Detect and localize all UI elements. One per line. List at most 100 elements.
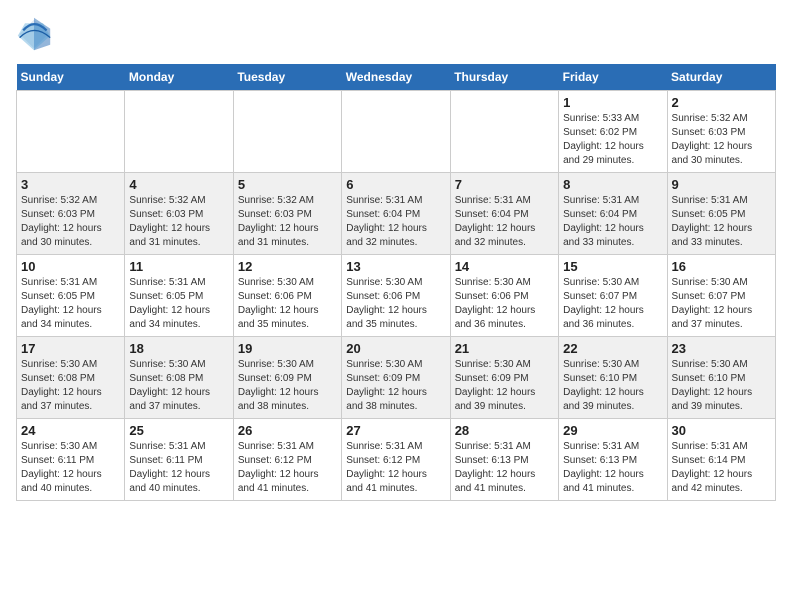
weekday-header: Monday xyxy=(125,64,233,91)
day-info: Sunrise: 5:30 AM Sunset: 6:09 PM Dayligh… xyxy=(238,358,337,414)
calendar-cell: 7Sunrise: 5:31 AM Sunset: 6:04 PM Daylig… xyxy=(450,173,558,255)
calendar-cell: 15 Sunrise: 5:30 AM Sunset: 6:07 PM Dayli… xyxy=(559,255,667,337)
day-info: Sunrise: 5:30 AM Sunset: 6:09 PM Dayligh… xyxy=(346,358,445,414)
calendar-week-row: 17 Sunrise: 5:30 AM Sunset: 6:08 PM Dayli… xyxy=(17,337,776,419)
day-number: 4 xyxy=(129,177,228,192)
day-number: 3 xyxy=(21,177,120,192)
calendar-cell: 17 Sunrise: 5:30 AM Sunset: 6:08 PM Dayli… xyxy=(17,337,125,419)
day-info: Sunrise: 5:31 AM Sunset: 6:04 PM Dayligh… xyxy=(346,194,445,250)
day-info: Sunrise: 5:30 AM Sunset: 6:08 PM Dayligh… xyxy=(129,358,228,414)
day-info: Sunrise: 5:31 AM Sunset: 6:05 PM Dayligh… xyxy=(21,276,120,332)
day-number: 23 xyxy=(672,341,771,356)
calendar-cell: 30 Sunrise: 5:31 AM Sunset: 6:14 PM Dayli… xyxy=(667,419,775,501)
calendar-cell xyxy=(342,91,450,173)
day-info: Sunrise: 5:32 AM Sunset: 6:03 PM Dayligh… xyxy=(238,194,337,250)
calendar-cell xyxy=(17,91,125,173)
logo xyxy=(16,16,56,52)
day-info: Sunrise: 5:32 AM Sunset: 6:03 PM Dayligh… xyxy=(672,112,771,168)
calendar-week-row: 3 Sunrise: 5:32 AM Sunset: 6:03 PM Daylig… xyxy=(17,173,776,255)
calendar-cell: 3 Sunrise: 5:32 AM Sunset: 6:03 PM Daylig… xyxy=(17,173,125,255)
calendar-cell xyxy=(450,91,558,173)
day-number: 29 xyxy=(563,423,662,438)
calendar-header-row: SundayMondayTuesdayWednesdayThursdayFrid… xyxy=(17,64,776,91)
day-number: 13 xyxy=(346,259,445,274)
calendar-cell: 2 Sunrise: 5:32 AM Sunset: 6:03 PM Daylig… xyxy=(667,91,775,173)
day-number: 17 xyxy=(21,341,120,356)
calendar-cell: 18 Sunrise: 5:30 AM Sunset: 6:08 PM Dayli… xyxy=(125,337,233,419)
day-number: 24 xyxy=(21,423,120,438)
day-info: Sunrise: 5:30 AM Sunset: 6:08 PM Dayligh… xyxy=(21,358,120,414)
day-info: Sunrise: 5:31 AM Sunset: 6:14 PM Dayligh… xyxy=(672,440,771,496)
day-info: Sunrise: 5:31 AM Sunset: 6:04 PM Dayligh… xyxy=(563,194,662,250)
day-info: Sunrise: 5:30 AM Sunset: 6:10 PM Dayligh… xyxy=(563,358,662,414)
day-number: 2 xyxy=(672,95,771,110)
day-number: 10 xyxy=(21,259,120,274)
day-info: Sunrise: 5:30 AM Sunset: 6:06 PM Dayligh… xyxy=(346,276,445,332)
day-number: 12 xyxy=(238,259,337,274)
calendar-cell: 24 Sunrise: 5:30 AM Sunset: 6:11 PM Dayli… xyxy=(17,419,125,501)
calendar-cell: 4 Sunrise: 5:32 AM Sunset: 6:03 PM Daylig… xyxy=(125,173,233,255)
day-number: 9 xyxy=(672,177,771,192)
day-info: Sunrise: 5:32 AM Sunset: 6:03 PM Dayligh… xyxy=(129,194,228,250)
calendar-cell: 20 Sunrise: 5:30 AM Sunset: 6:09 PM Dayli… xyxy=(342,337,450,419)
day-number: 18 xyxy=(129,341,228,356)
day-number: 5 xyxy=(238,177,337,192)
calendar-cell: 16Sunrise: 5:30 AM Sunset: 6:07 PM Dayli… xyxy=(667,255,775,337)
day-info: Sunrise: 5:32 AM Sunset: 6:03 PM Dayligh… xyxy=(21,194,120,250)
calendar-cell: 10 Sunrise: 5:31 AM Sunset: 6:05 PM Dayli… xyxy=(17,255,125,337)
page-header xyxy=(16,16,776,52)
weekday-header: Tuesday xyxy=(233,64,341,91)
day-info: Sunrise: 5:30 AM Sunset: 6:11 PM Dayligh… xyxy=(21,440,120,496)
calendar-cell: 8Sunrise: 5:31 AM Sunset: 6:04 PM Daylig… xyxy=(559,173,667,255)
calendar-cell: 13 Sunrise: 5:30 AM Sunset: 6:06 PM Dayli… xyxy=(342,255,450,337)
day-number: 26 xyxy=(238,423,337,438)
logo-icon xyxy=(16,16,52,52)
weekday-header: Saturday xyxy=(667,64,775,91)
day-number: 14 xyxy=(455,259,554,274)
day-number: 6 xyxy=(346,177,445,192)
calendar-cell: 12 Sunrise: 5:30 AM Sunset: 6:06 PM Dayli… xyxy=(233,255,341,337)
day-info: Sunrise: 5:33 AM Sunset: 6:02 PM Dayligh… xyxy=(563,112,662,168)
day-number: 20 xyxy=(346,341,445,356)
calendar-cell: 28 Sunrise: 5:31 AM Sunset: 6:13 PM Dayli… xyxy=(450,419,558,501)
calendar-table: SundayMondayTuesdayWednesdayThursdayFrid… xyxy=(16,64,776,501)
day-number: 11 xyxy=(129,259,228,274)
day-info: Sunrise: 5:30 AM Sunset: 6:07 PM Dayligh… xyxy=(563,276,662,332)
calendar-week-row: 10 Sunrise: 5:31 AM Sunset: 6:05 PM Dayli… xyxy=(17,255,776,337)
day-number: 22 xyxy=(563,341,662,356)
calendar-cell: 29 Sunrise: 5:31 AM Sunset: 6:13 PM Dayli… xyxy=(559,419,667,501)
calendar-cell: 26 Sunrise: 5:31 AM Sunset: 6:12 PM Dayli… xyxy=(233,419,341,501)
day-number: 25 xyxy=(129,423,228,438)
calendar-week-row: 1 Sunrise: 5:33 AM Sunset: 6:02 PM Daylig… xyxy=(17,91,776,173)
day-info: Sunrise: 5:30 AM Sunset: 6:06 PM Dayligh… xyxy=(455,276,554,332)
day-number: 28 xyxy=(455,423,554,438)
weekday-header: Friday xyxy=(559,64,667,91)
day-info: Sunrise: 5:31 AM Sunset: 6:12 PM Dayligh… xyxy=(238,440,337,496)
day-info: Sunrise: 5:31 AM Sunset: 6:13 PM Dayligh… xyxy=(455,440,554,496)
calendar-cell: 19 Sunrise: 5:30 AM Sunset: 6:09 PM Dayli… xyxy=(233,337,341,419)
day-number: 1 xyxy=(563,95,662,110)
calendar-cell xyxy=(233,91,341,173)
calendar-cell: 6 Sunrise: 5:31 AM Sunset: 6:04 PM Daylig… xyxy=(342,173,450,255)
day-info: Sunrise: 5:31 AM Sunset: 6:11 PM Dayligh… xyxy=(129,440,228,496)
day-info: Sunrise: 5:30 AM Sunset: 6:06 PM Dayligh… xyxy=(238,276,337,332)
day-number: 27 xyxy=(346,423,445,438)
day-number: 30 xyxy=(672,423,771,438)
calendar-cell: 14 Sunrise: 5:30 AM Sunset: 6:06 PM Dayli… xyxy=(450,255,558,337)
day-info: Sunrise: 5:31 AM Sunset: 6:13 PM Dayligh… xyxy=(563,440,662,496)
day-number: 16 xyxy=(672,259,771,274)
calendar-cell: 9Sunrise: 5:31 AM Sunset: 6:05 PM Daylig… xyxy=(667,173,775,255)
calendar-cell: 21Sunrise: 5:30 AM Sunset: 6:09 PM Dayli… xyxy=(450,337,558,419)
calendar-cell xyxy=(125,91,233,173)
day-number: 21 xyxy=(455,341,554,356)
day-info: Sunrise: 5:31 AM Sunset: 6:12 PM Dayligh… xyxy=(346,440,445,496)
calendar-week-row: 24 Sunrise: 5:30 AM Sunset: 6:11 PM Dayli… xyxy=(17,419,776,501)
day-number: 15 xyxy=(563,259,662,274)
day-number: 19 xyxy=(238,341,337,356)
weekday-header: Sunday xyxy=(17,64,125,91)
calendar-cell: 22 Sunrise: 5:30 AM Sunset: 6:10 PM Dayli… xyxy=(559,337,667,419)
calendar-cell: 1 Sunrise: 5:33 AM Sunset: 6:02 PM Daylig… xyxy=(559,91,667,173)
weekday-header: Wednesday xyxy=(342,64,450,91)
calendar-cell: 5 Sunrise: 5:32 AM Sunset: 6:03 PM Daylig… xyxy=(233,173,341,255)
day-info: Sunrise: 5:31 AM Sunset: 6:04 PM Dayligh… xyxy=(455,194,554,250)
